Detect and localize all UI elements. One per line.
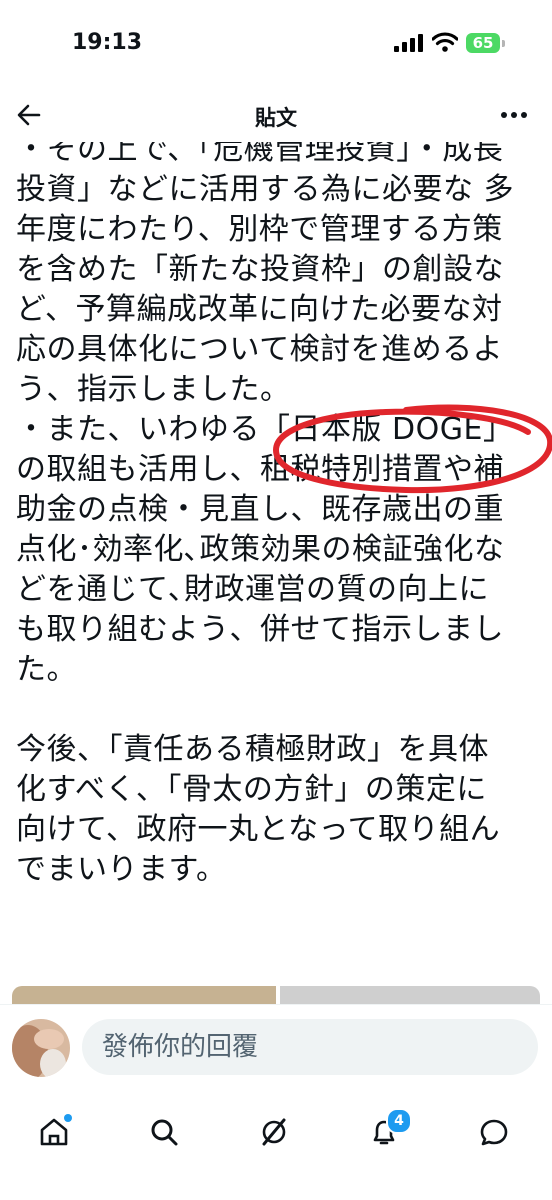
post-line: 投資」などに活用する為に必要な 多	[16, 172, 515, 207]
post-line: 今後、「責任ある積極財政」を具体	[16, 732, 489, 767]
post-line: どを通じて､財政運営の質の向上に	[16, 572, 489, 607]
battery-tip-icon	[502, 40, 505, 47]
tab-notifications[interactable]: 4	[356, 1104, 412, 1160]
status-bar: 19:13 65	[0, 0, 552, 92]
avatar[interactable]	[12, 1019, 70, 1077]
post-line: 向けて、政府一丸となって取り組ん	[16, 812, 501, 847]
post-line: でまいります。	[16, 852, 227, 887]
status-time: 19:13	[72, 30, 143, 55]
tab-search[interactable]	[136, 1104, 192, 1160]
reply-input[interactable]	[82, 1019, 538, 1075]
grok-icon	[262, 1118, 286, 1146]
cellular-signal-icon	[394, 34, 423, 52]
more-options-icon[interactable]	[498, 102, 530, 128]
post-line: 点化･効率化､政策効果の検証強化な	[16, 532, 505, 567]
tab-grok[interactable]	[246, 1104, 302, 1160]
post-line: 年度にわたり、別枠で管理する方策	[16, 212, 503, 247]
page-title: 貼文	[255, 106, 297, 130]
post-header: 貼文	[0, 92, 552, 142]
media-thumbnail-2[interactable]	[280, 986, 540, 1006]
new-posts-dot	[64, 1114, 72, 1122]
post-text: ・その上で、「危機管理投資」・成長 投資」などに活用する為に必要な 多 年度にわ…	[16, 142, 540, 890]
post-line: を含めた「新たな投資枠」の創設な	[16, 252, 504, 287]
post-line: 助金の点検・見直し、既存歳出の重	[16, 492, 504, 527]
post-content: ・その上で、「危機管理投資」・成長 投資」などに活用する為に必要な 多 年度にわ…	[0, 142, 552, 1002]
post-line: た。	[16, 652, 77, 687]
reply-bar	[0, 1004, 552, 1091]
media-thumbnail-1[interactable]	[12, 986, 276, 1006]
tab-home[interactable]	[26, 1104, 82, 1160]
notifications-badge: 4	[386, 1108, 412, 1134]
post-line: ・その上で、「危機管理投資」・成長	[16, 142, 504, 167]
tab-messages[interactable]	[466, 1104, 522, 1160]
search-icon	[151, 1119, 178, 1146]
wifi-icon	[432, 32, 458, 52]
post-line: ・また、いわゆる「日本版 DOGE」	[16, 412, 514, 447]
chat-bubble-icon	[480, 1119, 508, 1146]
battery-indicator: 65	[466, 33, 500, 53]
post-line: も取り組むよう、併せて指示しまし	[16, 612, 504, 647]
attached-media-preview[interactable]	[12, 986, 540, 1006]
post-line: ど、予算編成改革に向けた必要な対	[16, 292, 503, 327]
post-line: 応の具体化について検討を進めるよ	[16, 332, 504, 367]
post-line: 化すべく、「骨太の方針」の策定に	[16, 772, 487, 807]
bottom-tab-bar: 4	[0, 1090, 552, 1200]
post-line: う、指示しました。	[16, 372, 291, 407]
post-line: の取組も活用し、租税特別措置や補	[16, 452, 504, 487]
